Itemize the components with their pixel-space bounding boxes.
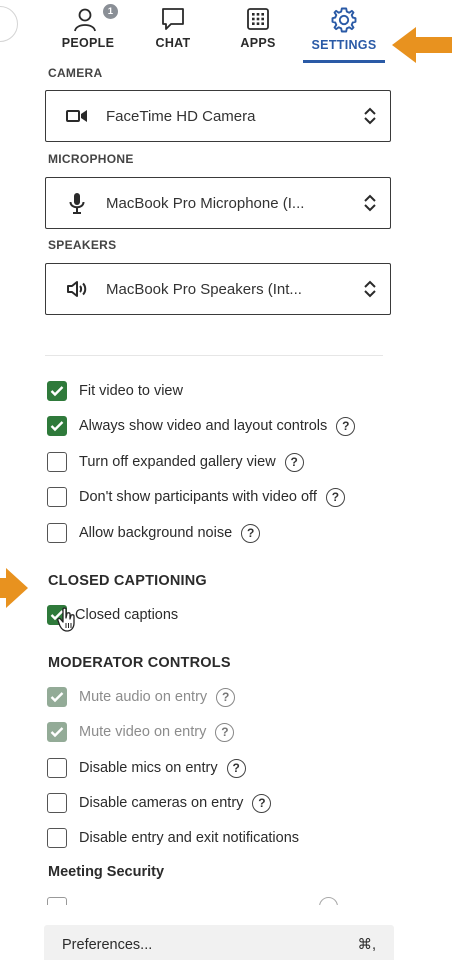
microphone-select-value: MacBook Pro Microphone (I... xyxy=(106,194,305,212)
hand-cursor-icon xyxy=(57,607,77,638)
disable-notifications-option[interactable]: Disable entry and exit notifications xyxy=(47,827,299,849)
camera-section-label: CAMERA xyxy=(48,66,103,80)
chevron-updown-icon xyxy=(350,107,390,125)
active-tab-indicator xyxy=(303,60,385,63)
people-count-badge: 1 xyxy=(103,4,118,19)
help-icon[interactable]: ? xyxy=(241,523,261,543)
closed-captions-label: Closed captions xyxy=(75,607,179,623)
people-icon: 1 xyxy=(73,4,118,32)
disable-notifications-checkbox[interactable] xyxy=(47,828,67,848)
microphone-select[interactable]: MacBook Pro Microphone (I... xyxy=(45,177,391,229)
disable-mics-checkbox[interactable] xyxy=(47,758,67,778)
chevron-updown-icon xyxy=(350,194,390,212)
fit-video-label: Fit video to view xyxy=(79,383,183,399)
section-divider xyxy=(45,355,383,356)
chat-icon xyxy=(160,6,186,32)
moderator-controls-heading: MODERATOR CONTROLS xyxy=(48,655,231,671)
mute-audio-option[interactable]: Mute audio on entry ? xyxy=(47,686,236,708)
help-icon[interactable]: ? xyxy=(325,487,345,507)
gear-icon xyxy=(330,6,358,34)
fit-video-option[interactable]: Fit video to view xyxy=(47,380,183,402)
mute-audio-checkbox[interactable] xyxy=(47,687,67,707)
hide-video-off-option[interactable]: Don't show participants with video off ? xyxy=(47,486,345,508)
speakers-select[interactable]: MacBook Pro Speakers (Int... xyxy=(45,263,391,315)
disable-cameras-label: Disable cameras on entry xyxy=(79,795,244,811)
disable-mics-option[interactable]: Disable mics on entry ? xyxy=(47,757,246,779)
microphone-section-label: MICROPHONE xyxy=(48,152,134,166)
help-icon[interactable]: ? xyxy=(216,687,236,707)
collapsed-panel-button[interactable] xyxy=(0,6,18,42)
video-camera-icon xyxy=(66,105,88,127)
hide-video-off-label: Don't show participants with video off xyxy=(79,489,317,505)
apps-grid-icon xyxy=(245,6,271,32)
tab-settings-label: SETTINGS xyxy=(311,38,377,52)
preferences-label: Preferences... xyxy=(62,937,153,953)
tab-people[interactable]: 1 PEOPLE xyxy=(57,4,119,50)
help-icon[interactable]: ? xyxy=(226,758,246,778)
annotation-arrow-icon xyxy=(0,568,28,613)
help-icon[interactable]: ? xyxy=(215,722,235,742)
mute-video-label: Mute video on entry xyxy=(79,724,207,740)
hide-video-off-checkbox[interactable] xyxy=(47,487,67,507)
tab-chat[interactable]: CHAT xyxy=(148,6,198,50)
mute-video-option[interactable]: Mute video on entry ? xyxy=(47,721,235,743)
speakers-section-label: SPEAKERS xyxy=(48,238,117,252)
disable-cameras-option[interactable]: Disable cameras on entry ? xyxy=(47,792,272,814)
microphone-icon xyxy=(66,192,88,214)
background-noise-label: Allow background noise xyxy=(79,525,233,541)
help-icon[interactable]: ? xyxy=(284,452,304,472)
tab-apps[interactable]: APPS xyxy=(233,6,283,50)
help-icon[interactable]: ? xyxy=(336,416,356,436)
preferences-button[interactable]: Preferences... ⌘, xyxy=(44,925,394,960)
show-controls-label: Always show video and layout controls xyxy=(79,418,328,434)
tab-apps-label: APPS xyxy=(240,36,276,50)
annotation-arrow-icon xyxy=(392,25,452,70)
camera-select[interactable]: FaceTime HD Camera xyxy=(45,90,391,142)
background-noise-option[interactable]: Allow background noise ? xyxy=(47,522,261,544)
expanded-gallery-option[interactable]: Turn off expanded gallery view ? xyxy=(47,451,304,473)
mute-audio-label: Mute audio on entry xyxy=(79,689,208,705)
closed-captioning-heading: CLOSED CAPTIONING xyxy=(48,573,207,589)
tab-people-label: PEOPLE xyxy=(61,36,115,50)
tab-chat-label: CHAT xyxy=(155,36,191,50)
help-icon[interactable]: ? xyxy=(252,793,272,813)
chevron-updown-icon xyxy=(350,280,390,298)
preferences-shortcut: ⌘, xyxy=(357,937,376,953)
clipped-option-row xyxy=(47,897,347,905)
speaker-icon xyxy=(66,278,88,300)
camera-select-value: FaceTime HD Camera xyxy=(106,107,256,125)
background-noise-checkbox[interactable] xyxy=(47,523,67,543)
disable-mics-label: Disable mics on entry xyxy=(79,760,218,776)
disable-cameras-checkbox[interactable] xyxy=(47,793,67,813)
expanded-gallery-label: Turn off expanded gallery view xyxy=(79,454,276,470)
disable-notifications-label: Disable entry and exit notifications xyxy=(79,830,300,846)
fit-video-checkbox[interactable] xyxy=(47,381,67,401)
mute-video-checkbox[interactable] xyxy=(47,722,67,742)
speakers-select-value: MacBook Pro Speakers (Int... xyxy=(106,280,302,298)
tab-settings[interactable]: SETTINGS xyxy=(302,6,386,52)
show-controls-option[interactable]: Always show video and layout controls ? xyxy=(47,415,356,437)
expanded-gallery-checkbox[interactable] xyxy=(47,452,67,472)
show-controls-checkbox[interactable] xyxy=(47,416,67,436)
meeting-security-heading: Meeting Security xyxy=(48,864,165,880)
